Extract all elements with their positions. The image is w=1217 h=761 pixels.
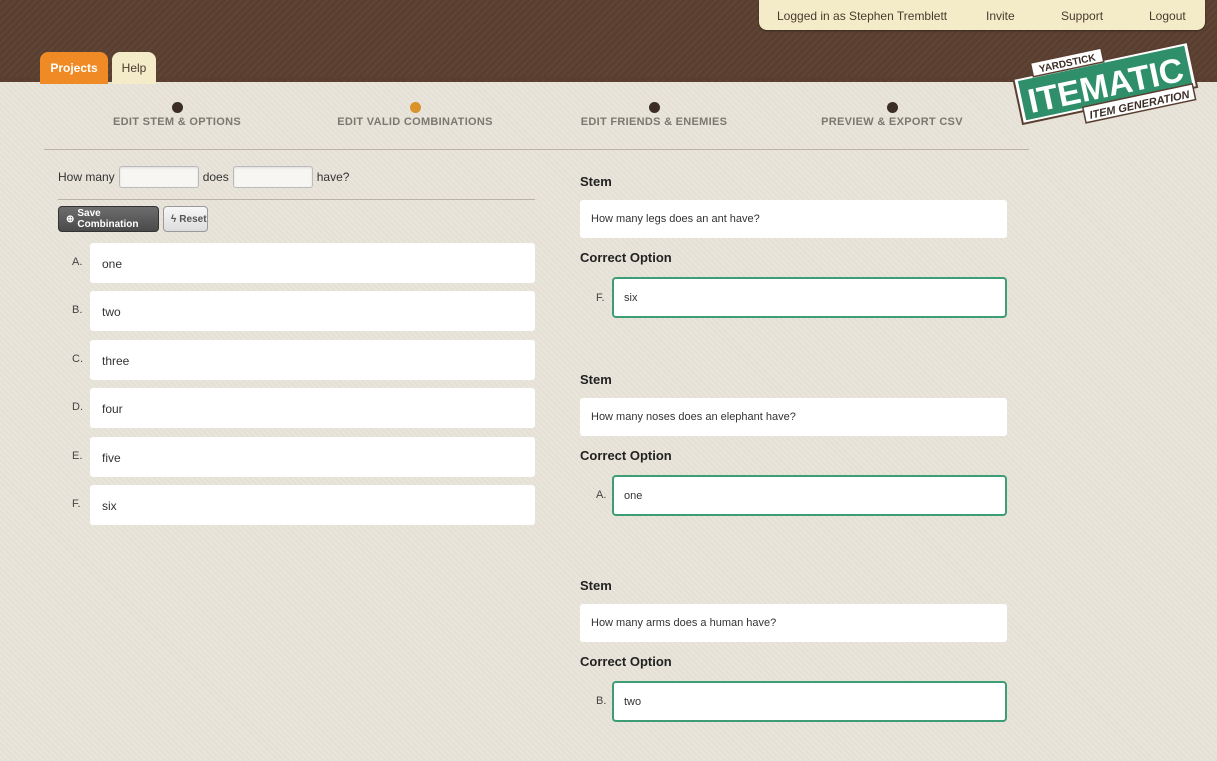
- stem-text: How many noses does an elephant have?: [580, 398, 1007, 436]
- step-dot-active: [409, 102, 421, 113]
- correct-option-letter: F.: [596, 292, 605, 304]
- step-edit-stem[interactable]: EDIT STEM & OPTIONS: [67, 102, 287, 128]
- step-preview-export[interactable]: PREVIEW & EXPORT CSV: [782, 102, 1002, 128]
- option-text[interactable]: one: [90, 243, 535, 283]
- correct-option-letter: B.: [596, 695, 607, 707]
- step-dot: [648, 102, 660, 113]
- step-label: PREVIEW & EXPORT CSV: [821, 116, 963, 128]
- step-edit-friends[interactable]: EDIT FRIENDS & ENEMIES: [544, 102, 764, 128]
- option-text[interactable]: four: [90, 388, 535, 428]
- invite-link[interactable]: Invite: [986, 9, 1015, 23]
- save-label: Save Combination: [77, 208, 139, 230]
- option-text[interactable]: six: [90, 485, 535, 525]
- option-letter: C.: [72, 353, 83, 365]
- option-text[interactable]: five: [90, 437, 535, 477]
- reset-button[interactable]: ϟ Reset: [163, 206, 208, 232]
- save-combination-button[interactable]: ⊕ Save Combination: [58, 206, 159, 232]
- lightning-icon: ϟ: [171, 213, 177, 225]
- option-row[interactable]: D. four: [72, 388, 535, 428]
- step-dot: [171, 102, 183, 113]
- divider: [44, 149, 1029, 150]
- logged-in-text: Logged in as Stephen Tremblett: [777, 9, 948, 23]
- option-text[interactable]: three: [90, 340, 535, 380]
- step-label: EDIT STEM & OPTIONS: [113, 116, 241, 128]
- correct-option-label: Correct Option: [580, 448, 672, 463]
- tab-help[interactable]: Help: [112, 52, 156, 84]
- logout-link[interactable]: Logout: [1149, 9, 1186, 23]
- option-letter: D.: [72, 401, 83, 413]
- option-letter: B.: [72, 304, 83, 316]
- option-text[interactable]: two: [90, 291, 535, 331]
- tab-projects[interactable]: Projects: [40, 52, 108, 84]
- step-label: EDIT VALID COMBINATIONS: [337, 116, 493, 128]
- option-row[interactable]: E. five: [72, 437, 535, 477]
- stem-text: How many arms does a human have?: [580, 604, 1007, 642]
- template-word: does: [202, 170, 229, 184]
- reset-label: Reset: [179, 213, 207, 225]
- correct-option-letter: A.: [596, 489, 607, 501]
- stem-text: How many legs does an ant have?: [580, 200, 1007, 238]
- option-row[interactable]: F. six: [72, 485, 535, 525]
- user-bar: Logged in as Stephen Tremblett Invite Su…: [759, 0, 1205, 30]
- plus-circle-icon: ⊕: [66, 213, 75, 225]
- correct-option-box[interactable]: two: [612, 681, 1007, 722]
- step-dot: [886, 102, 898, 113]
- option-row[interactable]: A. one: [72, 243, 535, 283]
- option-letter: A.: [72, 256, 83, 268]
- option-row[interactable]: C. three: [72, 340, 535, 380]
- template-word: How many: [58, 170, 115, 184]
- divider: [58, 199, 535, 200]
- slot-2-input[interactable]: [232, 166, 313, 188]
- stem-label: Stem: [580, 174, 612, 189]
- step-label: EDIT FRIENDS & ENEMIES: [580, 116, 728, 128]
- correct-option-box[interactable]: six: [612, 277, 1007, 318]
- option-row[interactable]: B. two: [72, 291, 535, 331]
- correct-option-label: Correct Option: [580, 654, 672, 669]
- stem-label: Stem: [580, 372, 612, 387]
- stem-label: Stem: [580, 578, 612, 593]
- correct-option-box[interactable]: one: [612, 475, 1007, 516]
- slot-1-input[interactable]: [118, 166, 199, 188]
- support-link[interactable]: Support: [1061, 9, 1103, 23]
- option-letter: F.: [72, 498, 81, 510]
- itematic-logo[interactable]: YARDSTICK ITEMATIC ITEM GENERATION: [1008, 38, 1203, 126]
- template-word: have?: [316, 170, 350, 184]
- stem-template: How many does have?: [58, 166, 349, 188]
- step-edit-combinations[interactable]: EDIT VALID COMBINATIONS: [305, 102, 525, 128]
- correct-option-label: Correct Option: [580, 250, 672, 265]
- option-letter: E.: [72, 450, 83, 462]
